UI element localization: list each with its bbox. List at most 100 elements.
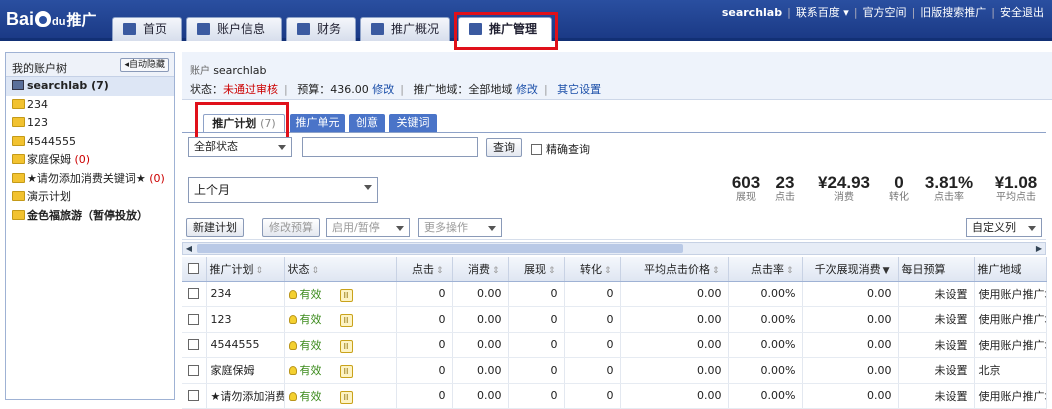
pause-icon[interactable]: II	[339, 390, 353, 404]
link-contact-baidu[interactable]: 联系百度 ▾	[796, 4, 849, 20]
account-label: 账户	[190, 66, 210, 77]
exact-search-checkbox[interactable]: 精确查询	[531, 141, 590, 157]
tree-item[interactable]: 123	[6, 114, 174, 133]
logo-tag: 推广	[66, 12, 97, 29]
folder-icon	[12, 117, 25, 127]
baidu-logo[interactable]: Bai du推广	[6, 6, 98, 34]
tree-item[interactable]: 家庭保姆 (0)	[6, 151, 174, 170]
edit-budget-link[interactable]: 修改	[372, 83, 394, 96]
select-all-checkbox[interactable]	[182, 257, 207, 282]
account-icon	[12, 80, 24, 90]
cell-impr: 0	[508, 383, 565, 409]
col-header-status[interactable]: 状态 ⇕	[284, 257, 397, 282]
row-checkbox[interactable]	[182, 357, 207, 384]
pause-icon[interactable]: II	[339, 365, 353, 379]
folder-icon	[12, 98, 25, 109]
tree-item[interactable]: ★请勿添加消费关键词★ (0)	[6, 170, 174, 189]
cell-cpm: 0.00	[802, 332, 899, 358]
cell-name[interactable]: ★请勿添加消费	[206, 383, 285, 409]
stat-label: 消费	[834, 192, 854, 203]
pause-icon[interactable]: II	[339, 339, 353, 353]
nav-tab-account-info[interactable]: 账户信息	[186, 17, 282, 41]
status-filter-select[interactable]: 全部状态	[188, 137, 292, 157]
search-input[interactable]	[302, 137, 478, 157]
table-row[interactable]: 234有效II00.00000.000.00%0.00未设置使用账户推广地域	[182, 281, 1047, 307]
tree-item[interactable]: 4544555	[6, 133, 174, 152]
table-row[interactable]: 4544555 有效 II 0 0.00 0 0 0.00 0.00% 0.00 未设置 使用账户推广…	[182, 332, 1047, 358]
col-header-label: 平均点击价格	[643, 262, 710, 276]
time-period-select[interactable]: 上个月	[188, 177, 378, 203]
nav-tab-finance[interactable]: 财务	[286, 17, 356, 41]
search-button[interactable]: 查询	[486, 138, 522, 157]
custom-columns-select[interactable]: 自定义列	[966, 218, 1042, 237]
tree-item[interactable]: 234	[6, 96, 174, 115]
tab-adgroups[interactable]: 推广单元	[290, 114, 345, 133]
nav-tab-promotion-manage[interactable]: 推广管理	[458, 17, 552, 41]
nav-tab-home[interactable]: 首页	[112, 17, 182, 41]
col-header-daily-budget[interactable]: 每日预算	[898, 257, 975, 282]
pause-icon[interactable]: II	[339, 288, 353, 302]
link-official-space[interactable]: 官方空间	[863, 4, 907, 20]
cell-name[interactable]: 4544555	[206, 332, 285, 358]
link-old-version[interactable]: 旧版搜索推广	[920, 4, 986, 20]
status-text: 有效	[299, 313, 322, 327]
filter-icon[interactable]: ▼	[883, 266, 890, 276]
stat-value: 23	[775, 173, 795, 192]
scroll-left-icon[interactable]: ◀	[184, 244, 194, 253]
cell-budget: 未设置	[898, 281, 975, 307]
row-checkbox[interactable]	[182, 383, 207, 409]
auto-hide-button[interactable]: ◂自动隐藏	[120, 58, 169, 72]
stat-label: 转化	[889, 192, 909, 203]
col-header-ctr[interactable]: 点击率 ⇕	[728, 257, 803, 282]
col-header-region[interactable]: 推广地域	[974, 257, 1047, 282]
bulb-icon	[288, 391, 297, 401]
other-settings-link[interactable]: 其它设置	[557, 83, 601, 96]
col-header-campaign[interactable]: 推广计划 ⇕	[206, 257, 285, 282]
tab-divider	[182, 132, 1046, 133]
checkbox-icon	[188, 339, 200, 351]
table-row[interactable]: 家庭保姆 有效 II 0 0.00 0 0 0.00 0.00% 0.00 未设置 北京	[182, 357, 1047, 384]
edit-budget-button[interactable]: 修改预算	[262, 218, 320, 237]
cell-region: 北京	[974, 357, 1047, 384]
tree-item[interactable]: 演示计划	[6, 188, 174, 207]
scroll-right-icon[interactable]: ▶	[1034, 244, 1044, 253]
tree-root-account[interactable]: searchlab (7)	[6, 77, 174, 96]
row-checkbox[interactable]	[182, 306, 207, 333]
edit-region-link[interactable]: 修改	[516, 83, 538, 96]
col-header-cost[interactable]: 消费 ⇕	[452, 257, 509, 282]
tree-item[interactable]: 金色福旅游（暂停投放）	[6, 207, 174, 226]
col-header-clicks[interactable]: 点击 ⇕	[396, 257, 453, 282]
user-icon	[197, 23, 210, 35]
card-icon	[297, 23, 310, 35]
scrollbar-thumb[interactable]	[197, 244, 683, 253]
row-checkbox[interactable]	[182, 332, 207, 358]
tab-campaigns[interactable]: 推广计划 (7)	[203, 114, 285, 133]
col-header-impressions[interactable]: 展现 ⇕	[508, 257, 565, 282]
cell-name[interactable]: 家庭保姆	[206, 357, 285, 384]
table-row[interactable]: 123有效II00.00000.000.00%0.00未设置使用账户推广地域	[182, 306, 1047, 333]
tab-keywords[interactable]: 关键词	[389, 114, 437, 133]
top-links: searchlab | 联系百度 ▾ | 官方空间 | 旧版搜索推广 | 安全退出	[722, 4, 1044, 20]
auto-hide-label: 自动隐藏	[128, 60, 165, 70]
account-tree-title: 我的账户树	[12, 62, 67, 75]
checkbox-icon	[531, 144, 542, 155]
col-header-avg-cpc[interactable]: 平均点击价格 ⇕	[620, 257, 729, 282]
col-header-conversions[interactable]: 转化 ⇕	[564, 257, 621, 282]
horizontal-scrollbar[interactable]: ◀ ▶	[182, 242, 1046, 255]
cell-budget: 未设置	[898, 383, 975, 409]
new-campaign-button[interactable]: 新建计划	[186, 218, 244, 237]
more-actions-select[interactable]: 更多操作	[418, 218, 502, 237]
col-header-label: 推广地域	[977, 262, 1022, 276]
tab-creatives[interactable]: 创意	[349, 114, 385, 133]
row-checkbox[interactable]	[182, 281, 207, 307]
cell-name[interactable]: 234	[206, 281, 285, 307]
enable-pause-select[interactable]: 启用/暂停	[326, 218, 410, 237]
table-row[interactable]: ★请勿添加消费 有效 II 0 0.00 0 0 0.00 0.00% 0.00 未设置 使用账户推广…	[182, 383, 1047, 409]
campaign-table: 推广计划 ⇕ 状态 ⇕ 点击 ⇕ 消费 ⇕ 展现 ⇕ 转化 ⇕ 平均点击价格 ⇕ 点击率 ⇕ 千…	[182, 257, 1047, 409]
cell-name[interactable]: 123	[206, 306, 285, 333]
pause-icon[interactable]: II	[339, 314, 353, 328]
nav-tab-label: 推广概况	[391, 22, 440, 36]
col-header-cpm[interactable]: 千次展现消费 ▼	[802, 257, 899, 282]
nav-tab-overview[interactable]: 推广概况	[360, 17, 450, 41]
link-logout[interactable]: 安全退出	[1000, 4, 1044, 20]
